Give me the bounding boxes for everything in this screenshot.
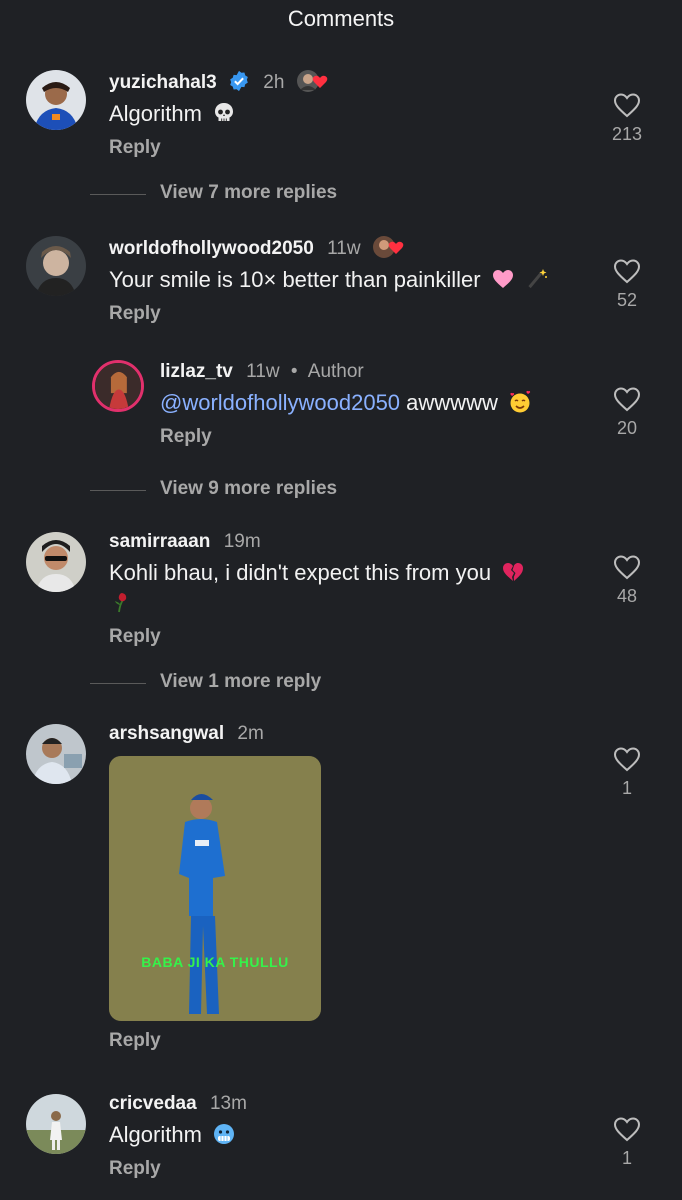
username[interactable]: lizlaz_tv [160,361,233,382]
comment-text: Algorithm [109,101,202,126]
heart-icon[interactable] [613,746,641,772]
skull-icon [215,103,234,121]
comment-item: arshsangwal 2m 1 Reply [0,718,682,1058]
wilted-flower-icon [115,593,127,613]
username[interactable]: cricvedaa [109,1093,197,1114]
divider [90,490,146,491]
reply-button[interactable]: Reply [109,626,572,648]
like-count: 52 [616,290,638,310]
smiling-face-with-hearts-icon [510,390,531,413]
comment-time: 2m [237,723,264,744]
reply-button[interactable]: Reply [109,1030,161,1052]
heart-icon[interactable] [613,554,641,580]
comment-text: Your smile is 10× better than painkiller [109,267,481,292]
like-count: 1 [621,1148,632,1168]
heart-icon[interactable] [613,258,641,284]
comment-time: 2h [263,72,285,93]
like-count: 213 [611,124,643,144]
broken-heart-icon [503,563,524,581]
comment-item: yuzichahal3 2h Algorithm Reply 213 [0,64,682,174]
reply-button[interactable]: Reply [109,1158,572,1180]
username[interactable]: worldofhollywood2050 [109,238,314,259]
comment-time: 11w [246,361,280,382]
username[interactable]: samirraaan [109,531,210,552]
comment-body: yuzichahal3 2h Algorithm Reply [109,68,572,159]
view-more-replies-label[interactable]: View 9 more replies [160,478,337,500]
avatar[interactable] [92,360,144,412]
avatar[interactable] [26,236,86,296]
page-title: Comments [287,6,395,31]
reply-item: lizlaz_tv 11w • Author @worldofhollywood… [0,356,682,466]
username[interactable]: yuzichahal3 [109,72,217,93]
comment-body: worldofhollywood2050 11w Your smile is 1… [109,234,572,325]
comments-header: Comments [0,0,682,40]
like-count: 1 [621,778,632,798]
like-control: 48 [602,554,652,607]
like-control: 20 [602,386,652,439]
reply-button[interactable]: Reply [109,137,572,159]
liked-by-author-icon [372,236,404,258]
view-more-replies-label[interactable]: View 7 more replies [160,182,337,204]
author-label: Author [307,361,364,382]
pink-heart-icon [492,270,513,288]
comment-item: cricvedaa 13m Algorithm Reply 1 [0,1088,682,1198]
like-control: 213 [602,92,652,145]
comment-item: samirraaan 19m Kohli bhau, i didn't expe… [0,526,682,666]
divider [90,194,146,195]
avatar[interactable] [26,724,86,784]
like-count: 20 [616,418,638,438]
comment-text: awwwww [406,390,498,415]
view-more-replies-label[interactable]: View 1 more reply [160,671,321,693]
like-count: 48 [616,586,638,606]
comment-body: arshsangwal 2m [109,722,572,746]
like-control: 1 [602,746,652,799]
reply-button[interactable]: Reply [109,303,572,325]
verified-badge-icon [230,70,248,92]
comment-item: worldofhollywood2050 11w Your smile is 1… [0,230,682,340]
separator-dot: • [290,361,298,382]
comment-time: 11w [327,238,361,259]
heart-icon[interactable] [613,92,641,118]
like-control: 52 [602,258,652,311]
comment-time: 13m [209,1093,247,1114]
like-control: 1 [602,1116,652,1169]
liked-by-author-icon [296,70,327,92]
gif-attachment[interactable]: BABA JI KA THULLU [109,756,321,1021]
comment-body: lizlaz_tv 11w • Author @worldofhollywood… [160,360,572,448]
gif-caption: BABA JI KA THULLU [141,954,289,970]
username[interactable]: arshsangwal [109,723,224,744]
comment-text: Kohli bhau, i didn't expect this from yo… [109,560,492,585]
heart-icon[interactable] [613,1116,641,1142]
comment-time: 19m [223,531,261,552]
comment-body: cricvedaa 13m Algorithm Reply [109,1092,572,1180]
mention-link[interactable]: @worldofhollywood2050 [160,390,400,415]
comment-body: samirraaan 19m Kohli bhau, i didn't expe… [109,530,572,648]
avatar[interactable] [26,532,86,592]
magic-wand-icon [528,269,547,289]
freezing-face-icon [214,1124,235,1144]
avatar[interactable] [26,1094,86,1154]
divider [90,683,146,684]
comment-text: Algorithm [109,1122,202,1147]
heart-icon[interactable] [613,386,641,412]
reply-button[interactable]: Reply [160,426,572,448]
avatar[interactable] [26,70,86,130]
